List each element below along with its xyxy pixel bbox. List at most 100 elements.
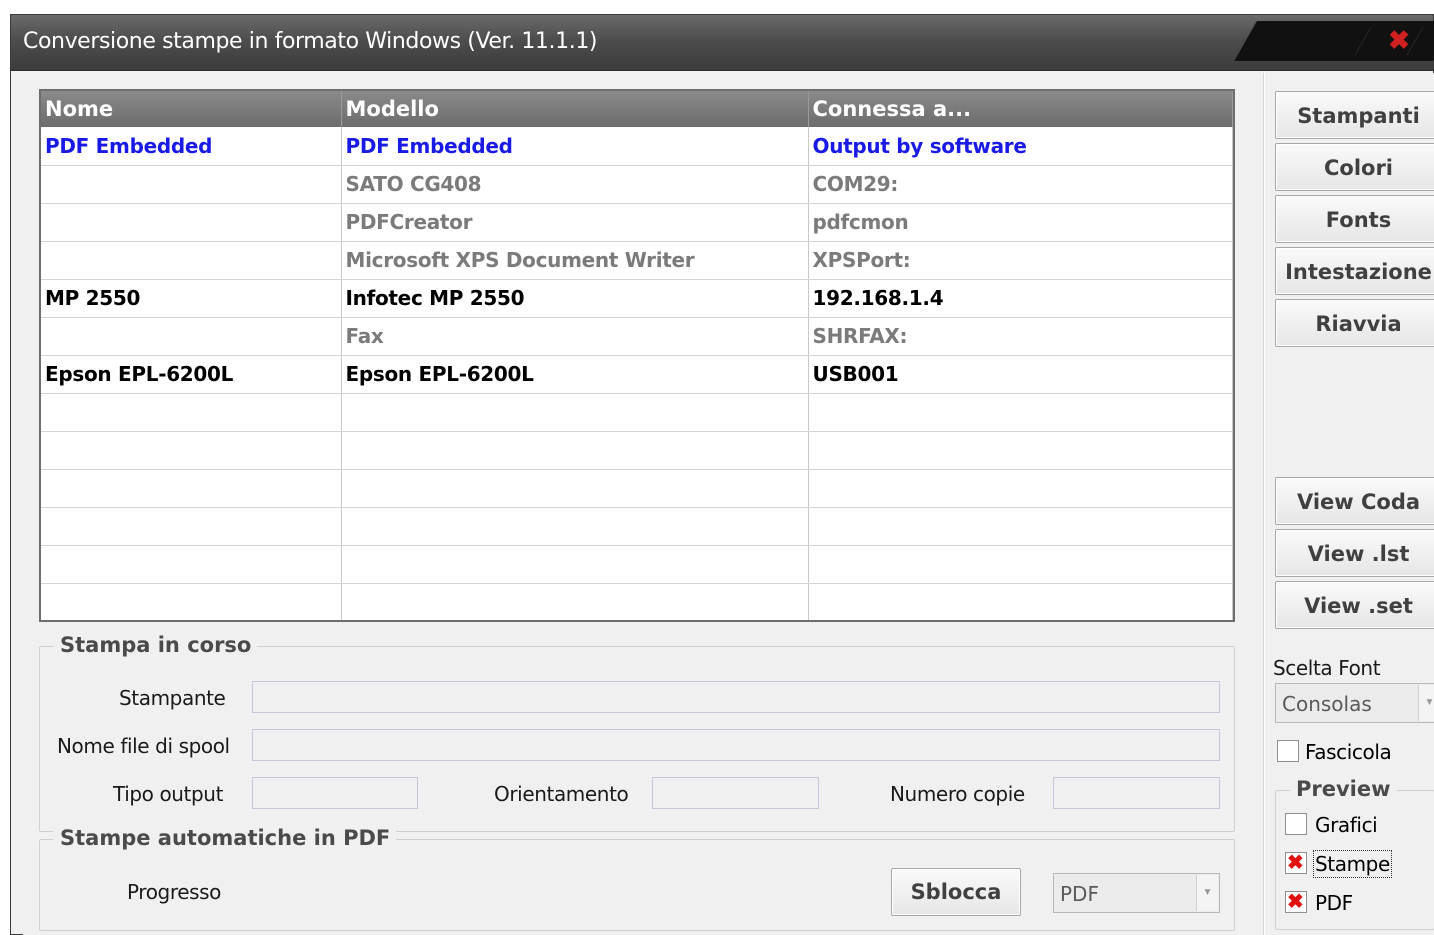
intestazione-button[interactable]: Intestazione bbox=[1275, 247, 1434, 295]
numero-copie-field bbox=[1053, 777, 1220, 809]
scelta-font-label: Scelta Font bbox=[1273, 656, 1381, 680]
fascicola-checkbox[interactable] bbox=[1277, 740, 1299, 762]
table-row[interactable]: Fax SHRFAX: bbox=[41, 317, 1233, 356]
checkbox-check-icon: ✖ bbox=[1287, 852, 1304, 874]
table-cell-nome bbox=[41, 583, 342, 620]
riavvia-button[interactable]: Riavvia bbox=[1275, 299, 1434, 347]
colori-button[interactable]: Colori bbox=[1275, 143, 1434, 191]
table-row[interactable]: Epson EPL-6200L Epson EPL-6200L USB001 bbox=[41, 355, 1233, 394]
stampe-automatiche-legend: Stampe automatiche in PDF bbox=[54, 826, 397, 850]
orientamento-label: Orientamento bbox=[494, 782, 629, 806]
stampe-label: Stampe bbox=[1313, 850, 1392, 878]
client-area: Nome Modello Connessa a... PDF Embedded P… bbox=[23, 73, 1434, 935]
main-window: Conversione stampe in formato Windows (V… bbox=[10, 14, 1434, 935]
table-cell-connessa bbox=[808, 393, 1233, 432]
fonts-button[interactable]: Fonts bbox=[1275, 195, 1434, 243]
fascicola-label: Fascicola bbox=[1305, 740, 1392, 764]
pdf-format-select[interactable]: PDF ▼ bbox=[1053, 873, 1220, 913]
title-bar[interactable]: Conversione stampe in formato Windows (V… bbox=[11, 15, 1434, 71]
table-cell-connessa: COM29: bbox=[808, 165, 1233, 204]
preview-legend: Preview bbox=[1290, 777, 1397, 801]
table-cell-nome bbox=[41, 431, 342, 470]
chevron-down-icon[interactable]: ▼ bbox=[1418, 685, 1434, 721]
sblocca-label: Sblocca bbox=[910, 880, 1002, 904]
table-cell-modello: Microsoft XPS Document Writer bbox=[341, 241, 809, 280]
table-cell-modello: PDFCreator bbox=[341, 203, 809, 242]
table-row[interactable]: SATO CG408 COM29: bbox=[41, 165, 1233, 204]
chevron-down-icon[interactable]: ▼ bbox=[1196, 875, 1218, 911]
panel-separator bbox=[1263, 73, 1265, 935]
table-cell-nome: PDF Embedded bbox=[41, 127, 342, 166]
stampante-label: Stampante bbox=[119, 686, 226, 710]
font-select[interactable]: Consolas ▼ bbox=[1275, 683, 1434, 723]
table-row[interactable]: Microsoft XPS Document Writer XPSPort: bbox=[41, 241, 1233, 280]
table-cell-modello bbox=[341, 583, 809, 620]
table-cell-connessa: USB001 bbox=[808, 355, 1233, 394]
table-cell-modello bbox=[341, 545, 809, 584]
column-header-modello[interactable]: Modello bbox=[341, 91, 809, 127]
table-row[interactable] bbox=[41, 545, 1233, 584]
table-row[interactable] bbox=[41, 583, 1233, 620]
table-cell-connessa bbox=[808, 545, 1233, 584]
table-row[interactable] bbox=[41, 507, 1233, 546]
table-row[interactable]: MP 2550 Infotec MP 2550 192.168.1.4 bbox=[41, 279, 1233, 318]
table-cell-modello: SATO CG408 bbox=[341, 165, 809, 204]
table-cell-modello bbox=[341, 507, 809, 546]
sblocca-button[interactable]: Sblocca bbox=[891, 868, 1021, 916]
tipo-output-field bbox=[252, 777, 418, 809]
grafici-checkbox[interactable] bbox=[1285, 813, 1307, 835]
view-coda-label: View Coda bbox=[1296, 490, 1421, 514]
font-select-value: Consolas bbox=[1282, 692, 1372, 716]
view-set-button[interactable]: View .set bbox=[1275, 581, 1434, 629]
pdf-checkbox[interactable]: ✖ bbox=[1285, 891, 1307, 913]
view-lst-button[interactable]: View .lst bbox=[1275, 529, 1434, 577]
stampe-checkbox[interactable]: ✖ bbox=[1285, 852, 1307, 874]
pdf-format-value: PDF bbox=[1060, 882, 1099, 906]
table-cell-modello: Epson EPL-6200L bbox=[341, 355, 809, 394]
grafici-label: Grafici bbox=[1315, 813, 1378, 837]
table-cell-connessa: SHRFAX: bbox=[808, 317, 1233, 356]
table-cell-connessa: 192.168.1.4 bbox=[808, 279, 1233, 318]
stampanti-button[interactable]: Stampanti bbox=[1275, 91, 1434, 139]
table-cell-connessa: pdfcmon bbox=[808, 203, 1233, 242]
window-title: Conversione stampe in formato Windows (V… bbox=[23, 29, 598, 54]
table-cell-modello: PDF Embedded bbox=[341, 127, 809, 166]
table-cell-modello: Fax bbox=[341, 317, 809, 356]
table-cell-nome: MP 2550 bbox=[41, 279, 342, 318]
table-cell-nome bbox=[41, 317, 342, 356]
orientamento-field bbox=[652, 777, 819, 809]
intestazione-label: Intestazione bbox=[1285, 260, 1432, 284]
table-row[interactable] bbox=[41, 431, 1233, 470]
view-coda-button[interactable]: View Coda bbox=[1275, 477, 1434, 525]
spool-label: Nome file di spool bbox=[57, 734, 230, 758]
printer-table[interactable]: Nome Modello Connessa a... PDF Embedded P… bbox=[39, 89, 1235, 622]
colori-label: Colori bbox=[1323, 156, 1394, 180]
tipo-output-label: Tipo output bbox=[113, 782, 224, 806]
table-row[interactable] bbox=[41, 469, 1233, 508]
table-cell-connessa bbox=[808, 469, 1233, 508]
stampanti-label: Stampanti bbox=[1297, 104, 1420, 128]
view-set-label: View .set bbox=[1304, 594, 1413, 618]
table-cell-nome bbox=[41, 241, 342, 280]
table-row[interactable]: PDFCreator pdfcmon bbox=[41, 203, 1233, 242]
view-lst-label: View .lst bbox=[1307, 542, 1410, 566]
table-cell-modello bbox=[341, 469, 809, 508]
column-header-nome[interactable]: Nome bbox=[41, 91, 342, 127]
table-cell-modello bbox=[341, 431, 809, 470]
table-cell-connessa bbox=[808, 583, 1233, 620]
table-cell-nome bbox=[41, 469, 342, 508]
spool-field bbox=[252, 729, 1220, 761]
printer-table-body: PDF Embedded PDF Embedded Output by softwa… bbox=[41, 127, 1233, 620]
table-cell-modello: Infotec MP 2550 bbox=[341, 279, 809, 318]
column-header-connessa[interactable]: Connessa a... bbox=[808, 91, 1233, 127]
table-cell-nome bbox=[41, 507, 342, 546]
stampante-field bbox=[252, 681, 1220, 713]
table-cell-connessa bbox=[808, 431, 1233, 470]
table-cell-nome: Epson EPL-6200L bbox=[41, 355, 342, 394]
pdf-label: PDF bbox=[1315, 891, 1353, 915]
table-cell-nome bbox=[41, 393, 342, 432]
numero-copie-label: Numero copie bbox=[890, 782, 1025, 806]
table-row[interactable]: PDF Embedded PDF Embedded Output by softwa… bbox=[41, 127, 1233, 166]
close-icon[interactable]: ✖ bbox=[1379, 25, 1419, 55]
table-row[interactable] bbox=[41, 393, 1233, 432]
